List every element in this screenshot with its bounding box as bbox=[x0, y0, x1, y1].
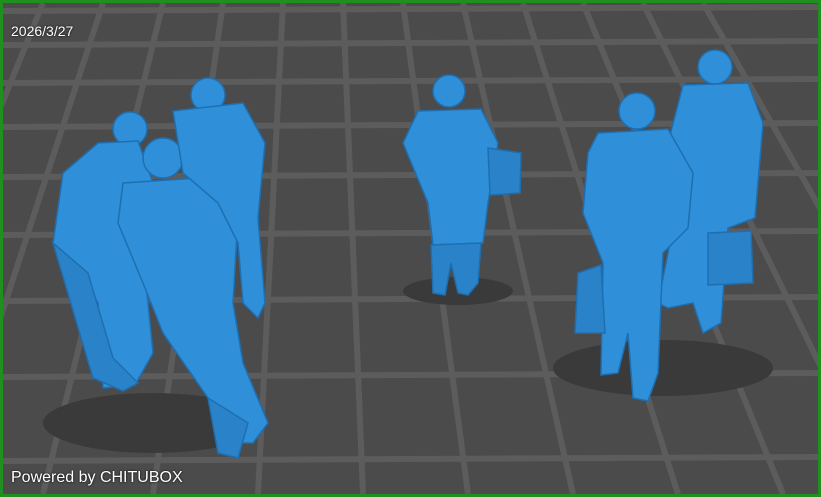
chitubox-preview-window: 2026/3/27 Powered by CHITUBOX bbox=[0, 0, 821, 497]
3d-viewport[interactable] bbox=[3, 3, 818, 494]
date-label: 2026/3/27 bbox=[11, 23, 74, 39]
powered-by-label: Powered by CHITUBOX bbox=[11, 469, 183, 486]
